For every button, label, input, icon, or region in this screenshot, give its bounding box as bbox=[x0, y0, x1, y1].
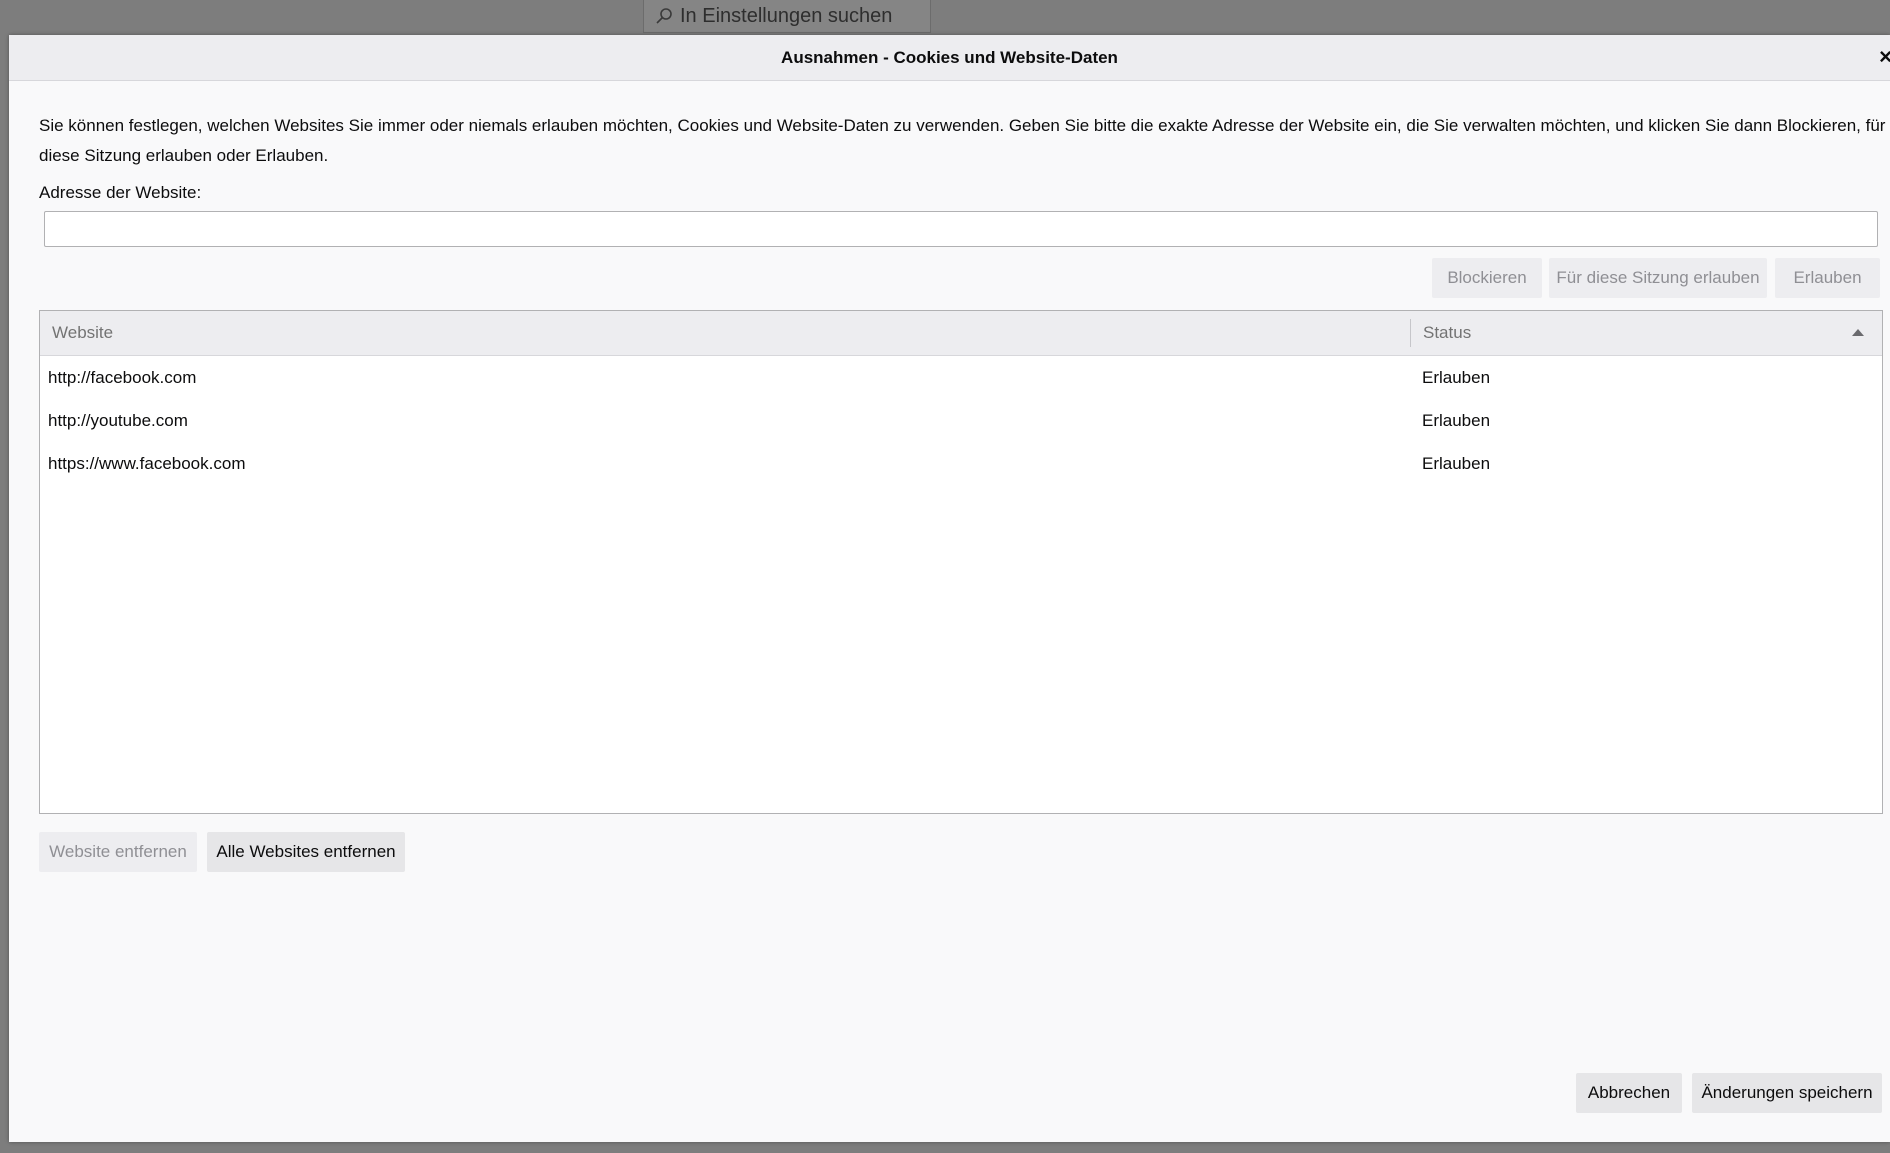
site-cell: http://facebook.com bbox=[48, 367, 197, 387]
sort-ascending-icon bbox=[1852, 329, 1864, 336]
allow-button[interactable]: Erlauben bbox=[1775, 258, 1880, 298]
exceptions-dialog: Ausnahmen - Cookies und Website-Daten × … bbox=[9, 35, 1890, 1142]
table-header: Website Status bbox=[40, 311, 1882, 356]
table-body: http://facebook.com Erlauben http://yout… bbox=[40, 356, 1882, 485]
search-icon bbox=[656, 8, 672, 24]
dialog-description: Sie können festlegen, welchen Websites S… bbox=[39, 116, 1886, 165]
address-input[interactable] bbox=[44, 211, 1878, 247]
sites-table: Website Status http://facebook.com Erlau… bbox=[39, 310, 1883, 814]
table-row[interactable]: http://youtube.com Erlauben bbox=[40, 399, 1882, 442]
cancel-button[interactable]: Abbrechen bbox=[1576, 1073, 1682, 1113]
background-search-field: In Einstellungen suchen bbox=[643, 0, 931, 33]
column-header-status-label: Status bbox=[1423, 323, 1472, 342]
status-cell: Erlauben bbox=[1422, 367, 1491, 387]
table-row[interactable]: http://facebook.com Erlauben bbox=[40, 356, 1882, 399]
remove-site-button[interactable]: Website entfernen bbox=[39, 832, 197, 872]
dialog-title: Ausnahmen - Cookies und Website-Daten bbox=[781, 47, 1118, 67]
block-button[interactable]: Blockieren bbox=[1432, 258, 1542, 298]
remove-all-sites-button[interactable]: Alle Websites entfernen bbox=[207, 832, 405, 872]
site-cell: http://youtube.com bbox=[48, 410, 188, 430]
dialog-titlebar: Ausnahmen - Cookies und Website-Daten × bbox=[9, 35, 1890, 81]
table-row[interactable]: https://www.facebook.com Erlauben bbox=[40, 442, 1882, 485]
allow-session-button[interactable]: Für diese Sitzung erlauben bbox=[1549, 258, 1767, 298]
site-cell: https://www.facebook.com bbox=[48, 453, 246, 473]
save-changes-button[interactable]: Änderungen speichern bbox=[1692, 1073, 1882, 1113]
close-icon[interactable]: × bbox=[1879, 44, 1890, 70]
address-label: Adresse der Website: bbox=[39, 183, 202, 202]
background-search-placeholder: In Einstellungen suchen bbox=[680, 4, 893, 27]
status-cell: Erlauben bbox=[1422, 410, 1491, 430]
status-cell: Erlauben bbox=[1422, 453, 1491, 473]
column-header-website[interactable]: Website bbox=[40, 319, 1411, 347]
column-header-status[interactable]: Status bbox=[1411, 311, 1882, 355]
